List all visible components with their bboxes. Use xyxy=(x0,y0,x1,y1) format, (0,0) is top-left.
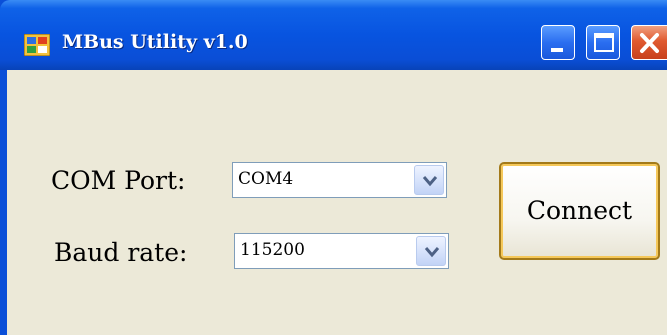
com-port-select[interactable]: COM4 xyxy=(232,162,447,198)
title-bar[interactable]: MBus Utility v1.0 xyxy=(0,0,667,70)
baud-rate-label: Baud rate: xyxy=(54,238,188,267)
com-port-label: COM Port: xyxy=(51,166,186,195)
baud-rate-select[interactable]: 115200 xyxy=(234,233,449,269)
baud-rate-value: 115200 xyxy=(240,240,305,260)
baud-rate-dropdown-button[interactable] xyxy=(416,236,446,266)
app-icon[interactable] xyxy=(23,33,51,57)
maximize-icon xyxy=(594,33,614,52)
window-title: MBus Utility v1.0 xyxy=(62,31,248,53)
connect-button-label: Connect xyxy=(526,196,633,225)
close-icon xyxy=(640,33,659,53)
window-client-area: COM Port: COM4 Baud rate: 115200 Connect xyxy=(7,70,667,335)
connect-button[interactable]: Connect xyxy=(499,162,660,260)
com-port-value: COM4 xyxy=(238,169,294,189)
com-port-dropdown-button[interactable] xyxy=(414,165,444,195)
close-button[interactable] xyxy=(631,25,667,60)
minimize-icon xyxy=(551,48,563,52)
app-window: MBus Utility v1.0 COM Port: COM4 Baud ra… xyxy=(0,0,667,335)
minimize-button[interactable] xyxy=(541,25,575,60)
chevron-down-icon xyxy=(422,176,438,187)
chevron-down-icon xyxy=(424,247,440,258)
maximize-button[interactable] xyxy=(586,25,620,60)
